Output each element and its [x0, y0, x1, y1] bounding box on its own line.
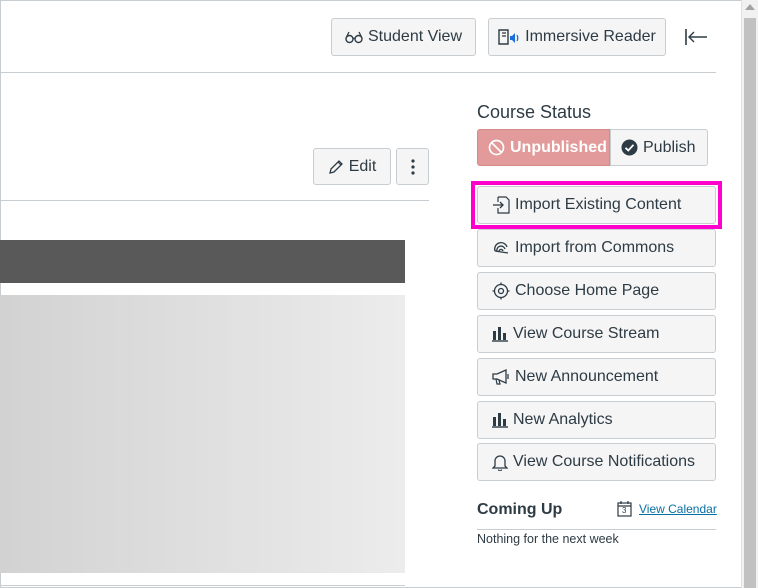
prohibited-icon — [488, 139, 505, 156]
student-view-label: Student View — [368, 28, 462, 45]
course-status-heading: Course Status — [477, 102, 592, 122]
kebab-icon — [410, 158, 415, 175]
target-icon — [492, 282, 510, 300]
publish-label: Publish — [643, 138, 696, 156]
new-announcement-label: New Announcement — [515, 368, 659, 385]
more-options-button[interactable] — [396, 148, 429, 185]
immersive-reader-icon — [498, 29, 519, 45]
import-icon — [493, 196, 510, 214]
megaphone-icon — [492, 369, 509, 385]
calendar-day: 3 — [622, 506, 627, 515]
immersive-reader-label: Immersive Reader — [525, 28, 656, 45]
glasses-icon — [345, 31, 363, 44]
header-divider — [0, 72, 716, 73]
publish-button[interactable]: Publish — [610, 129, 708, 166]
import-from-commons-label: Import from Commons — [515, 239, 675, 256]
coming-up-heading: Coming Up — [477, 501, 563, 518]
collapse-sidebar-button[interactable] — [684, 28, 708, 46]
arrow-left-bar-icon — [685, 29, 707, 45]
unpublished-button[interactable]: Unpublished — [477, 129, 610, 166]
import-existing-content-button[interactable]: Import Existing Content — [477, 186, 716, 224]
bottom-divider — [0, 585, 405, 586]
import-existing-content-label: Import Existing Content — [515, 196, 682, 213]
view-course-notifications-label: View Course Notifications — [513, 453, 696, 470]
nothing-upcoming-text: Nothing for the next week — [477, 532, 619, 546]
bar-chart-icon — [492, 413, 508, 428]
pencil-icon — [328, 159, 343, 174]
student-view-button[interactable]: Student View — [331, 18, 476, 56]
new-analytics-button[interactable]: New Analytics — [477, 401, 716, 439]
choose-home-page-label: Choose Home Page — [515, 282, 660, 299]
scrollbar-thumb[interactable] — [744, 18, 756, 588]
immersive-reader-button[interactable]: Immersive Reader — [488, 18, 666, 56]
course-image-placeholder — [0, 295, 405, 573]
view-course-stream-label: View Course Stream — [513, 325, 660, 342]
edit-button[interactable]: Edit — [313, 148, 391, 185]
choose-home-page-button[interactable]: Choose Home Page — [477, 272, 716, 310]
coming-up-divider — [477, 529, 716, 530]
new-announcement-button[interactable]: New Announcement — [477, 358, 716, 396]
scroll-up-arrow-icon[interactable] — [745, 4, 755, 10]
bell-icon — [492, 455, 508, 471]
unpublished-label: Unpublished — [510, 138, 607, 156]
view-course-stream-button[interactable]: View Course Stream — [477, 315, 716, 353]
view-calendar-link-group[interactable]: 3 View Calendar — [617, 500, 717, 517]
view-course-notifications-button[interactable]: View Course Notifications — [477, 443, 716, 481]
content-divider — [0, 200, 429, 201]
commons-icon — [494, 242, 509, 254]
import-from-commons-button[interactable]: Import from Commons — [477, 229, 716, 267]
bar-chart-icon — [492, 327, 508, 342]
view-calendar-link[interactable]: View Calendar — [639, 502, 717, 516]
check-circle-icon — [621, 139, 638, 156]
course-banner — [0, 240, 405, 283]
new-analytics-label: New Analytics — [513, 411, 613, 428]
edit-label: Edit — [348, 157, 377, 175]
